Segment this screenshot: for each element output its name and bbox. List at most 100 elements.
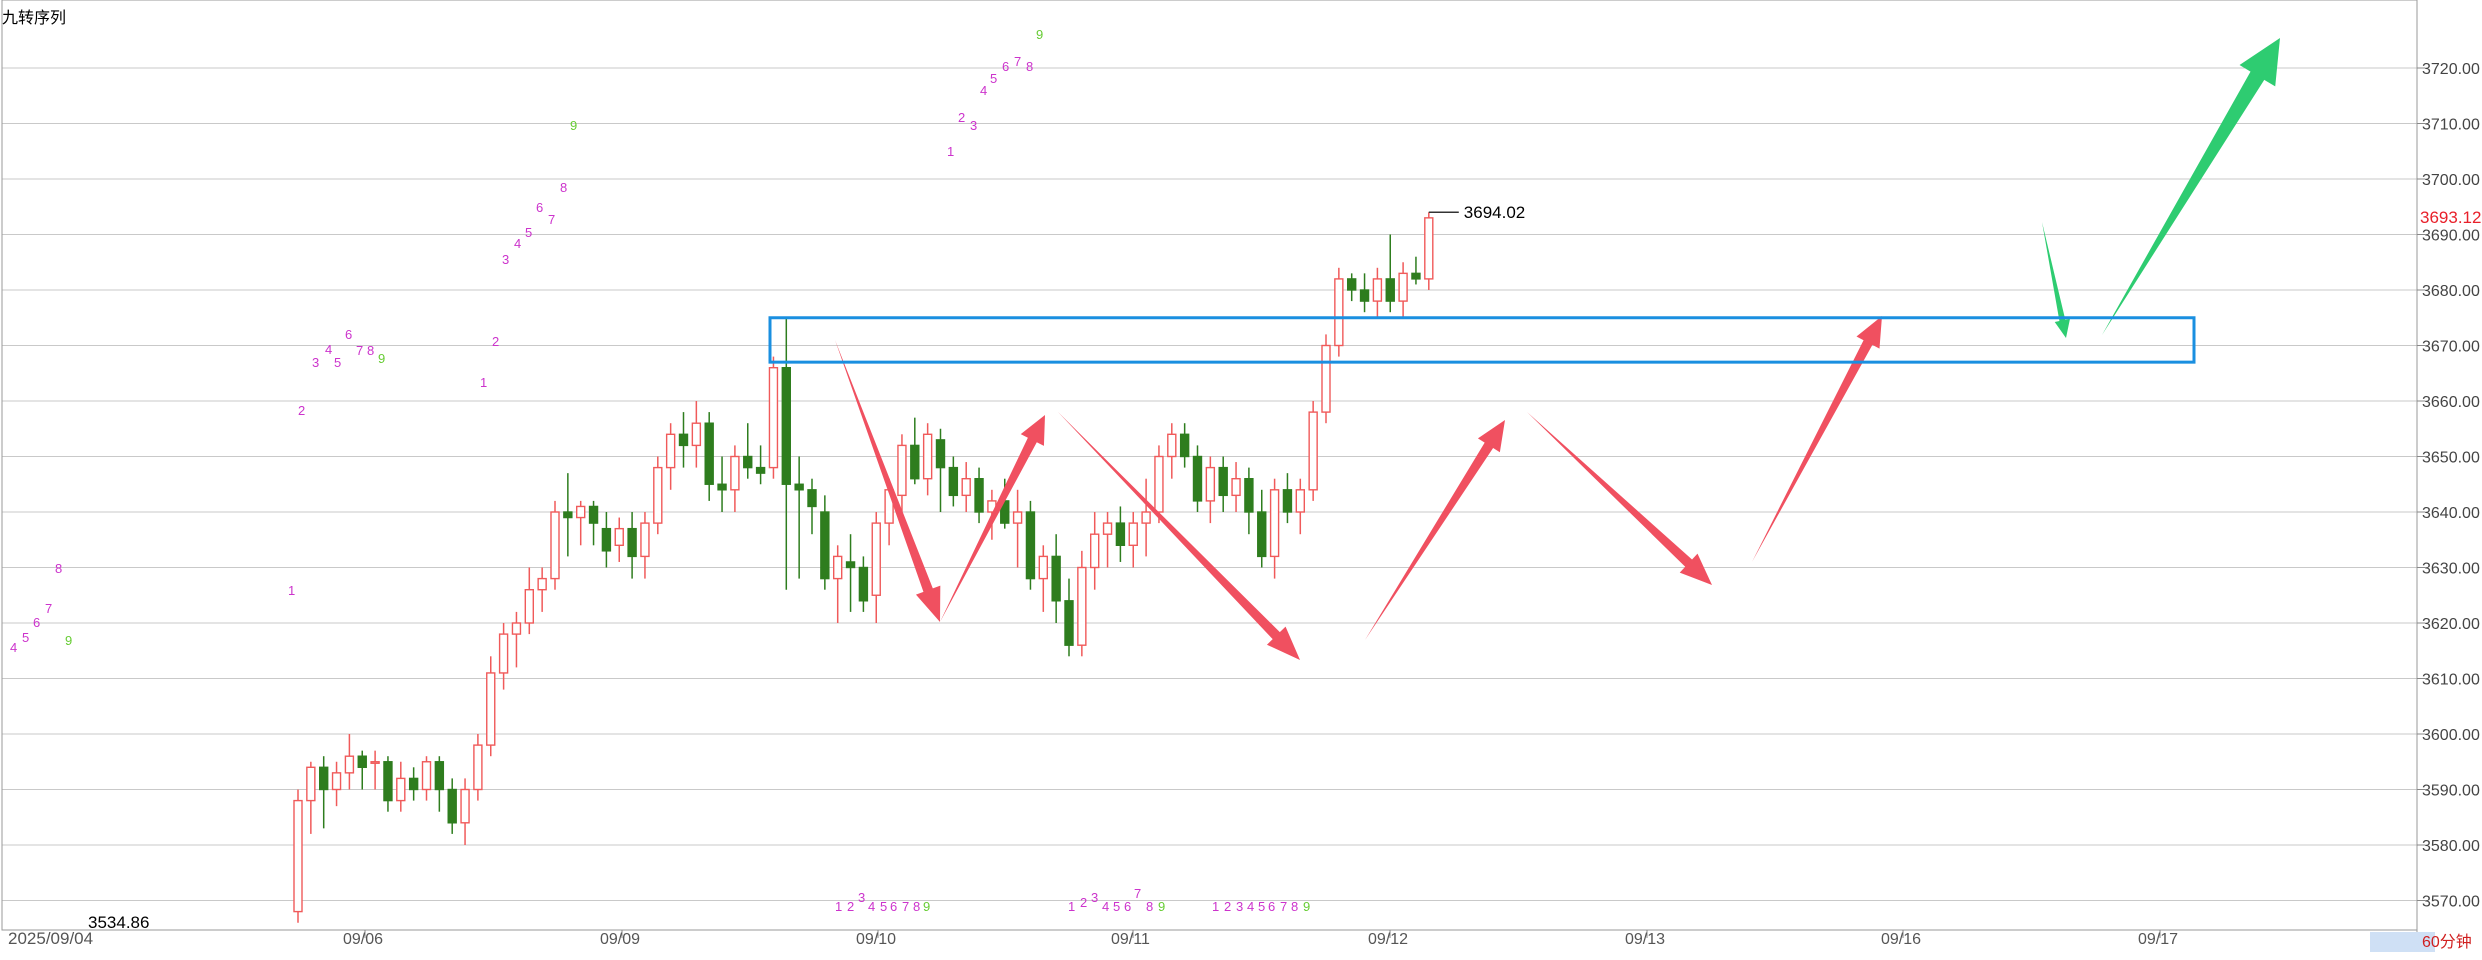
candle-down (845, 561, 856, 569)
candle-down (1064, 600, 1074, 646)
candle-up (1372, 278, 1383, 302)
y-tick-label: 3650.00 (2422, 450, 2480, 467)
candle-up (306, 766, 316, 802)
candle-up (922, 433, 933, 480)
candle-down (974, 478, 984, 513)
td-count-label: 2 (1224, 899, 1231, 914)
candle-up (730, 455, 740, 491)
td-count-label: 4 (1102, 899, 1109, 914)
td-count-label: 9 (65, 633, 72, 648)
y-tick-label: 3630.00 (2422, 561, 2480, 578)
candle-down (408, 777, 419, 791)
td-count-label: 7 (1014, 54, 1021, 69)
candle-down (1346, 278, 1357, 291)
candle-up (460, 788, 470, 824)
candle-down (1244, 478, 1254, 513)
candle-down (1025, 511, 1036, 580)
candle-down (781, 367, 791, 485)
candle-down (588, 505, 599, 524)
td-count-label: 7 (1280, 899, 1287, 914)
y-tick-label: 3720.00 (2422, 61, 2480, 78)
td-count-label: 2 (1080, 895, 1087, 910)
callout-price-text: 3694.02 (1464, 203, 1525, 222)
candle-down (935, 439, 946, 469)
chart-canvas[interactable]: 4567891234567 89123456789123456 7 891 234 5 6 7… (0, 0, 2482, 960)
candle-up (331, 772, 342, 791)
plot-border (1, 0, 2418, 931)
candle-up (1269, 489, 1280, 558)
td-count-label: 9 (1036, 27, 1043, 42)
current-price-label: 3693.12 (2420, 208, 2481, 227)
candle-up (421, 761, 432, 791)
y-tick-label: 3580.00 (2422, 838, 2480, 855)
candle-down (319, 766, 329, 791)
candle-down (447, 788, 457, 824)
trend-arrow (2042, 222, 2070, 338)
candle-up (961, 478, 971, 497)
candle-up (1321, 344, 1331, 413)
td-count-label: 5 (880, 899, 887, 914)
y-axis-tick-labels: 3570.00 3580.00 3590.00 3600.00 3610.00 3620.… (2417, 61, 2480, 911)
td-count-label: 5 (334, 355, 341, 370)
td-count-label: 4 (1247, 899, 1254, 914)
callout-annotation: 3694.02 (1428, 203, 1525, 222)
td-count-label: 4 (980, 83, 987, 98)
td-count-label: 6 (890, 899, 897, 914)
td-count-label: 6 (536, 200, 543, 215)
td-count-label: 7 (548, 212, 555, 227)
candle-down (743, 455, 753, 469)
candle-up (1424, 217, 1434, 280)
candle-down (910, 444, 920, 480)
candle-down (704, 422, 714, 485)
td-count-label: 7 (356, 343, 363, 358)
y-tick-label: 3600.00 (2422, 727, 2480, 744)
candle-down (434, 761, 445, 791)
y-tick-label: 3710.00 (2422, 117, 2480, 134)
candle-down (1192, 455, 1203, 502)
y-tick-label: 3620.00 (2422, 616, 2480, 633)
status-footer (0, 946, 2482, 960)
td-count-label: 2 (958, 110, 965, 125)
candle-up (1231, 478, 1241, 497)
y-tick-label: 3610.00 (2422, 672, 2480, 689)
candle-up (576, 505, 586, 519)
candle-up (396, 777, 406, 802)
td-count-label: 9 (1158, 899, 1165, 914)
td-count-label: 8 (560, 180, 567, 195)
y-tick-label: 3660.00 (2422, 394, 2480, 411)
candle-up (614, 527, 624, 547)
candle-down (383, 761, 393, 802)
td-count-label: 6 (1124, 899, 1131, 914)
td-count-label: 1 (1068, 899, 1075, 914)
candle-up (473, 744, 483, 791)
y-tick-label: 3690.00 (2422, 228, 2480, 245)
candle-up (1167, 433, 1177, 458)
candle-up (691, 422, 702, 447)
candle-down (1359, 289, 1370, 302)
candle-up (1102, 522, 1113, 535)
candle-up (653, 466, 663, 524)
candle-up (665, 433, 676, 469)
low-price-label: 3534.86 (88, 913, 149, 932)
candle-up (1398, 272, 1408, 302)
td-count-label: 3 (1091, 890, 1098, 905)
td-count-label: 9 (923, 899, 930, 914)
candle-up (1128, 522, 1138, 546)
td-count-label: 8 (367, 343, 374, 358)
candle-down (948, 466, 959, 497)
td-count-label: 8 (913, 899, 920, 914)
td-count-label: 6 (1002, 59, 1009, 74)
candle-down (1115, 522, 1126, 546)
header-indicator-label: 九转序列 (2, 10, 67, 27)
td-count-label: 4 (868, 899, 875, 914)
y-tick-label: 3570.00 (2422, 894, 2480, 911)
td-count-label: 1 (835, 899, 842, 914)
y-tick-label: 3590.00 (2422, 783, 2480, 800)
candle-up (344, 755, 355, 774)
candle-up (1141, 511, 1151, 524)
candle-up (1077, 566, 1087, 646)
td-count-label: 3 (858, 890, 865, 905)
candle-up (486, 672, 496, 746)
td-count-label: 8 (1291, 899, 1298, 914)
y-tick-label: 3670.00 (2422, 339, 2480, 356)
